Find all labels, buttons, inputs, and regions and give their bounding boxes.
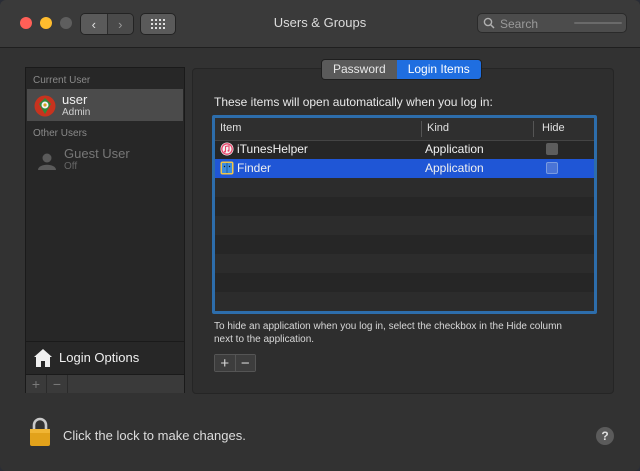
search-icon — [483, 17, 495, 29]
lock-icon[interactable] — [28, 417, 52, 447]
add-login-item-button[interactable]: + — [215, 355, 235, 372]
users-groups-window: ‹ › Users & Groups Search Current User u… — [0, 0, 640, 471]
guest-avatar-icon — [38, 153, 56, 170]
column-divider — [533, 121, 534, 137]
empty-row — [215, 235, 594, 254]
guest-user-row[interactable]: Guest User Off — [27, 142, 183, 174]
empty-row — [215, 292, 594, 311]
window-title: Users & Groups — [273, 15, 367, 30]
empty-row — [215, 216, 594, 235]
itunes-icon — [220, 142, 234, 156]
column-header-hide[interactable]: Hide — [542, 122, 565, 134]
login-items-intro: These items will open automatically when… — [214, 95, 493, 109]
guest-user-status: Off — [64, 161, 78, 172]
hide-checkbox[interactable] — [546, 143, 558, 155]
column-divider — [421, 121, 422, 137]
back-button[interactable]: ‹ — [81, 14, 107, 34]
close-window-button[interactable] — [20, 17, 32, 29]
search-input[interactable] — [498, 14, 572, 34]
grid-icon — [151, 19, 165, 29]
login-items-table: Item Kind Hide iTunesHelper Application — [212, 115, 597, 314]
remove-login-item-button[interactable]: − — [234, 355, 255, 372]
tab-password[interactable]: Password — [322, 60, 397, 79]
login-options-label: Login Options — [59, 350, 140, 365]
tab-login-items[interactable]: Login Items — [396, 60, 481, 79]
zoom-window-button[interactable] — [60, 17, 72, 29]
empty-row — [215, 254, 594, 273]
column-header-kind[interactable]: Kind — [427, 122, 449, 134]
guest-user-name: Guest User — [64, 146, 130, 161]
minimize-window-button[interactable] — [40, 17, 52, 29]
remove-user-button[interactable]: − — [47, 375, 68, 393]
table-row[interactable]: iTunesHelper Application — [215, 140, 594, 159]
lock-message: Click the lock to make changes. — [63, 428, 246, 443]
item-name: Finder — [237, 161, 272, 175]
search-field-bar — [574, 22, 622, 24]
house-icon — [34, 349, 52, 367]
hide-checkbox[interactable] — [546, 162, 558, 174]
item-kind: Application — [425, 161, 484, 175]
add-user-button[interactable]: + — [26, 375, 47, 393]
help-button[interactable]: ? — [596, 427, 614, 445]
item-name: iTunesHelper — [237, 142, 308, 156]
user-list-controls: + − — [26, 374, 184, 393]
empty-row — [215, 178, 594, 197]
table-header: Item Kind Hide — [215, 118, 594, 141]
user-avatar-icon — [34, 95, 56, 117]
other-users-heading: Other Users — [33, 128, 87, 139]
current-user-row[interactable]: user Admin — [27, 89, 183, 121]
empty-row — [215, 197, 594, 216]
current-user-name: user — [62, 92, 88, 107]
chevron-right-icon: › — [118, 16, 123, 32]
titlebar: ‹ › Users & Groups — [0, 0, 640, 48]
finder-icon — [220, 161, 234, 175]
show-all-button[interactable] — [140, 13, 176, 35]
column-header-item[interactable]: Item — [220, 122, 241, 134]
search-field[interactable] — [477, 13, 627, 34]
hide-hint-text: To hide an application when you log in, … — [214, 321, 562, 345]
login-options-row[interactable]: Login Options — [26, 341, 184, 375]
item-kind: Application — [425, 142, 484, 156]
table-row[interactable]: Finder Application — [215, 159, 594, 178]
forward-button[interactable]: › — [106, 14, 133, 34]
users-sidebar: Current User user Admin Other Users Gues… — [25, 67, 185, 393]
current-user-heading: Current User — [33, 75, 91, 86]
login-items-controls: + − — [214, 354, 256, 372]
chevron-left-icon: ‹ — [91, 16, 96, 32]
nav-buttons: ‹ › — [80, 13, 134, 35]
empty-row — [215, 273, 594, 292]
tab-bar: Password Login Items — [321, 59, 482, 80]
current-user-role: Admin — [62, 107, 91, 118]
